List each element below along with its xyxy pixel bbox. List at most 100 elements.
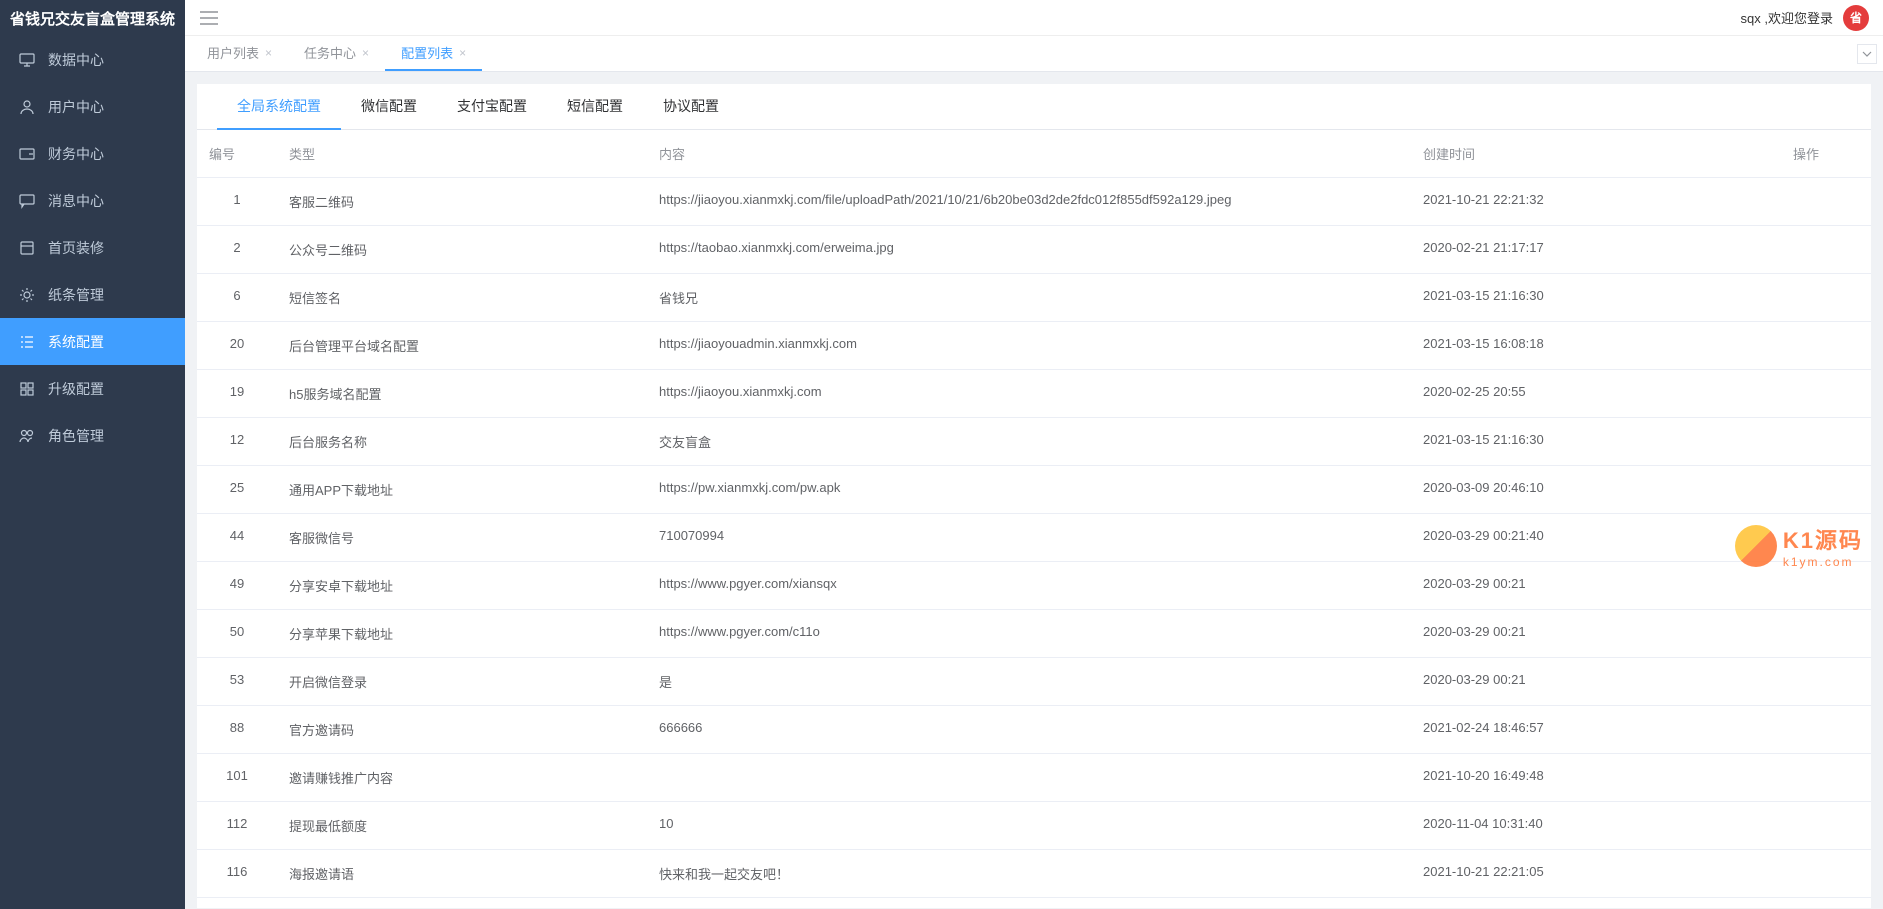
topbar-user-area: sqx ,欢迎您登录 省 bbox=[1741, 5, 1869, 31]
cell-time: 2021-02-24 18:46:57 bbox=[1411, 706, 1781, 754]
table-row: 112提现最低额度102020-11-04 10:31:40 bbox=[197, 802, 1871, 850]
cell-content: 省钱兄 bbox=[647, 274, 1411, 322]
table-row: 25通用APP下载地址https://pw.xianmxkj.com/pw.ap… bbox=[197, 466, 1871, 514]
th-type: 类型 bbox=[277, 130, 647, 178]
cell-op bbox=[1781, 562, 1871, 610]
cell-type: 客服微信号 bbox=[277, 514, 647, 562]
th-id: 编号 bbox=[197, 130, 277, 178]
page-tab-0[interactable]: 用户列表 × bbox=[191, 36, 288, 71]
sidebar-item-1[interactable]: 用户中心 bbox=[0, 83, 185, 130]
close-icon[interactable]: × bbox=[265, 46, 272, 60]
cell-content: 10 bbox=[647, 802, 1411, 850]
app-logo: 省钱兄交友盲盒管理系统 bbox=[0, 0, 185, 36]
sub-tab-0[interactable]: 全局系统配置 bbox=[217, 84, 341, 130]
list-icon bbox=[18, 333, 36, 351]
sub-tab-3[interactable]: 短信配置 bbox=[547, 84, 643, 130]
sidebar-item-7[interactable]: 升级配置 bbox=[0, 365, 185, 412]
tab-label: 用户列表 bbox=[207, 43, 259, 62]
cell-content: 666666 bbox=[647, 706, 1411, 754]
cell-op bbox=[1781, 370, 1871, 418]
cell-id: 49 bbox=[197, 562, 277, 610]
table-row: 19h5服务域名配置https://jiaoyou.xianmxkj.com20… bbox=[197, 370, 1871, 418]
cell-time: 2020-02-25 20:55 bbox=[1411, 370, 1781, 418]
sidebar-item-0[interactable]: 数据中心 bbox=[0, 36, 185, 83]
cell-time: 2021-10-20 16:49:48 bbox=[1411, 754, 1781, 802]
avatar[interactable]: 省 bbox=[1843, 5, 1869, 31]
cell-time: 2020-11-04 10:31:40 bbox=[1411, 802, 1781, 850]
cell-type: h5服务域名配置 bbox=[277, 370, 647, 418]
cell-time: 2021-03-15 21:16:30 bbox=[1411, 418, 1781, 466]
hamburger-icon[interactable] bbox=[199, 8, 219, 28]
topbar: sqx ,欢迎您登录 省 bbox=[185, 0, 1883, 36]
config-panel: 全局系统配置微信配置支付宝配置短信配置协议配置 编号 类型 内容 创建时间 操作… bbox=[197, 84, 1871, 908]
sub-tab-2[interactable]: 支付宝配置 bbox=[437, 84, 547, 130]
cell-content: 交友盲盒 bbox=[647, 418, 1411, 466]
sidebar-item-2[interactable]: 财务中心 bbox=[0, 130, 185, 177]
table-row: 2公众号二维码https://taobao.xianmxkj.com/erwei… bbox=[197, 226, 1871, 274]
cell-id: 112 bbox=[197, 802, 277, 850]
tabs-dropdown-icon[interactable] bbox=[1857, 44, 1877, 64]
page-tab-2[interactable]: 配置列表× bbox=[385, 36, 482, 71]
cell-content: https://jiaoyou.xianmxkj.com bbox=[647, 370, 1411, 418]
cell-type: 后台管理平台域名配置 bbox=[277, 322, 647, 370]
grid-icon bbox=[18, 380, 36, 398]
table-row: 20后台管理平台域名配置https://jiaoyouadmin.xianmxk… bbox=[197, 322, 1871, 370]
monitor-icon bbox=[18, 51, 36, 69]
sidebar-item-6[interactable]: 系统配置 bbox=[0, 318, 185, 365]
sidebar-item-label: 系统配置 bbox=[48, 332, 104, 352]
config-sub-tabs: 全局系统配置微信配置支付宝配置短信配置协议配置 bbox=[197, 84, 1871, 130]
th-time: 创建时间 bbox=[1411, 130, 1781, 178]
cell-time: 2021-03-15 21:16:30 bbox=[1411, 274, 1781, 322]
cell-id: 6 bbox=[197, 274, 277, 322]
cell-op bbox=[1781, 178, 1871, 226]
cell-time: 2020-03-29 00:21 bbox=[1411, 562, 1781, 610]
table-row: 116海报邀请语快来和我一起交友吧！2021-10-21 22:21:05 bbox=[197, 850, 1871, 898]
sidebar-item-8[interactable]: 角色管理 bbox=[0, 412, 185, 459]
sub-tab-1[interactable]: 微信配置 bbox=[341, 84, 437, 130]
cell-op bbox=[1781, 226, 1871, 274]
cell-id: 19 bbox=[197, 370, 277, 418]
sidebar-item-label: 财务中心 bbox=[48, 144, 104, 164]
table-header-row: 编号 类型 内容 创建时间 操作 bbox=[197, 130, 1871, 178]
close-icon[interactable]: × bbox=[362, 46, 369, 60]
cell-type: 分享安卓下载地址 bbox=[277, 562, 647, 610]
sidebar-item-label: 用户中心 bbox=[48, 97, 104, 117]
page-tab-1[interactable]: 任务中心× bbox=[288, 36, 385, 71]
sub-tab-4[interactable]: 协议配置 bbox=[643, 84, 739, 130]
cell-op bbox=[1781, 658, 1871, 706]
cell-content bbox=[647, 754, 1411, 802]
cell-id: 12 bbox=[197, 418, 277, 466]
cell-type: 通用APP下载地址 bbox=[277, 466, 647, 514]
sidebar-item-4[interactable]: 首页装修 bbox=[0, 224, 185, 271]
sidebar-item-5[interactable]: 纸条管理 bbox=[0, 271, 185, 318]
cell-time: 2021-03-15 16:08:18 bbox=[1411, 322, 1781, 370]
sidebar-menu: 数据中心用户中心财务中心消息中心首页装修纸条管理系统配置升级配置角色管理 bbox=[0, 36, 185, 909]
cell-type: 海报邀请语 bbox=[277, 850, 647, 898]
sidebar-item-3[interactable]: 消息中心 bbox=[0, 177, 185, 224]
table-row: 49分享安卓下载地址https://www.pgyer.com/xiansqx2… bbox=[197, 562, 1871, 610]
cell-content: https://www.pgyer.com/xiansqx bbox=[647, 562, 1411, 610]
gear-icon bbox=[18, 286, 36, 304]
content-wrap: 全局系统配置微信配置支付宝配置短信配置协议配置 编号 类型 内容 创建时间 操作… bbox=[185, 72, 1883, 909]
cell-op bbox=[1781, 610, 1871, 658]
cell-op bbox=[1781, 322, 1871, 370]
cell-time: 2020-03-29 00:21 bbox=[1411, 658, 1781, 706]
sidebar-item-label: 角色管理 bbox=[48, 426, 104, 446]
close-icon[interactable]: × bbox=[459, 46, 466, 60]
user-greeting: sqx ,欢迎您登录 bbox=[1741, 8, 1833, 27]
cell-time: 2020-03-29 00:21:40 bbox=[1411, 514, 1781, 562]
cell-id: 25 bbox=[197, 466, 277, 514]
cell-content: https://jiaoyou.xianmxkj.com/file/upload… bbox=[647, 178, 1411, 226]
cell-type: 邀请赚钱推广内容 bbox=[277, 754, 647, 802]
cell-content: https://taobao.xianmxkj.com/erweima.jpg bbox=[647, 226, 1411, 274]
th-content: 内容 bbox=[647, 130, 1411, 178]
cell-type: 客服二维码 bbox=[277, 178, 647, 226]
table-row: 88官方邀请码6666662021-02-24 18:46:57 bbox=[197, 706, 1871, 754]
sidebar-item-label: 首页装修 bbox=[48, 238, 104, 258]
cell-content: 快来和我一起交友吧！ bbox=[647, 850, 1411, 898]
cell-time: 2020-03-29 00:21 bbox=[1411, 610, 1781, 658]
wallet-icon bbox=[18, 145, 36, 163]
cell-op bbox=[1781, 418, 1871, 466]
cell-content: https://jiaoyouadmin.xianmxkj.com bbox=[647, 322, 1411, 370]
cell-op bbox=[1781, 514, 1871, 562]
